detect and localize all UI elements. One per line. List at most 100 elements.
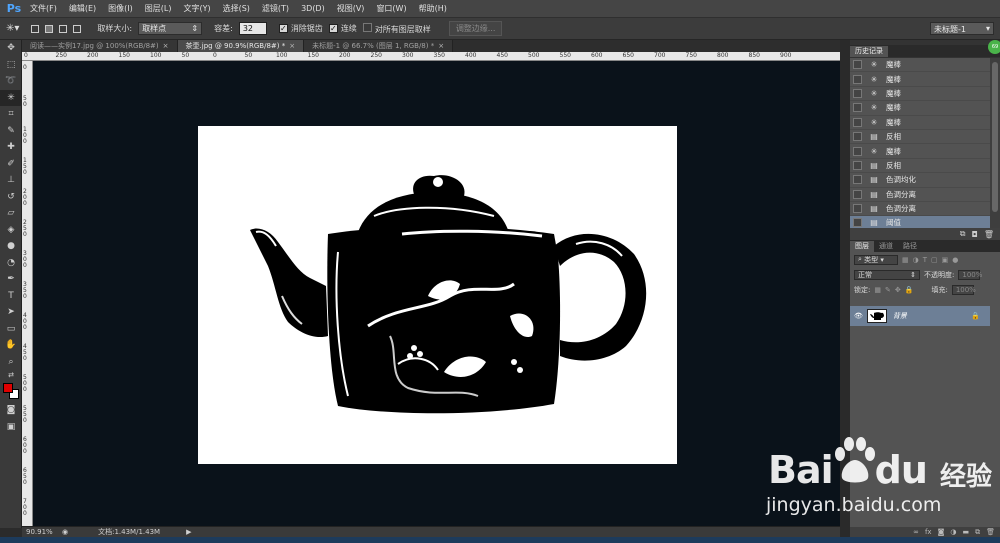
eyedropper-tool-icon[interactable]: ✎ bbox=[0, 123, 22, 140]
lock-pixels-icon[interactable]: ✎ bbox=[885, 286, 891, 294]
history-source-checkbox[interactable] bbox=[853, 88, 862, 98]
history-scrollbar-thumb[interactable] bbox=[992, 62, 998, 212]
history-source-checkbox[interactable] bbox=[853, 146, 862, 156]
history-item[interactable]: ▤ 色调分离 bbox=[850, 188, 990, 202]
sample-size-select[interactable]: 取样点 ⇕ bbox=[138, 22, 203, 35]
history-source-checkbox[interactable] bbox=[853, 74, 862, 84]
move-tool-icon[interactable]: ✥ bbox=[0, 40, 22, 57]
filter-smart-icon[interactable]: ▣ bbox=[942, 256, 949, 264]
lock-all-icon[interactable]: 🔒 bbox=[905, 286, 914, 294]
filter-toggle-icon[interactable]: ● bbox=[952, 256, 958, 264]
history-item[interactable]: ✳ 魔棒 bbox=[850, 87, 990, 102]
history-item[interactable]: ▤ 反相 bbox=[850, 130, 990, 145]
history-source-checkbox[interactable] bbox=[853, 60, 862, 70]
magic-wand-tool-icon[interactable]: ✳ bbox=[0, 89, 22, 106]
history-source-checkbox[interactable] bbox=[853, 132, 862, 142]
fill-input[interactable]: 100% bbox=[951, 284, 976, 295]
history-source-checkbox[interactable] bbox=[853, 204, 862, 214]
tab-document-3[interactable]: 未标题-1 @ 66.7% (图层 1, RGB/8) * × bbox=[304, 40, 454, 52]
close-icon[interactable]: × bbox=[438, 42, 444, 50]
history-source-checkbox[interactable] bbox=[853, 175, 862, 185]
filter-adjustment-icon[interactable]: ◑ bbox=[913, 256, 919, 264]
new-selection-icon[interactable] bbox=[31, 24, 40, 33]
antialias-checkbox[interactable]: ✓ 消除锯齿 bbox=[278, 23, 323, 34]
history-item[interactable]: ▤ 色调分离 bbox=[850, 202, 990, 217]
sample-all-layers-checkbox[interactable]: 对所有图层取样 bbox=[362, 22, 431, 35]
menu-window[interactable]: 窗口(W) bbox=[370, 3, 412, 14]
menu-layer[interactable]: 图层(L) bbox=[139, 3, 178, 14]
tab-document-1[interactable]: 阅读——实例17.jpg @ 100%(RGB/8#) × bbox=[22, 40, 178, 52]
menu-select[interactable]: 选择(S) bbox=[217, 3, 256, 14]
paint-bucket-icon[interactable]: ◈ bbox=[0, 222, 22, 239]
blend-mode-select[interactable]: 正常 ⇕ bbox=[854, 269, 920, 280]
close-icon[interactable]: × bbox=[289, 42, 295, 50]
menu-3d[interactable]: 3D(D) bbox=[295, 4, 331, 13]
healing-brush-icon[interactable]: ✚ bbox=[0, 139, 22, 156]
swap-colors-icon[interactable]: ⇄ bbox=[0, 370, 22, 380]
workspace-select[interactable]: 未标题-1 ▾ bbox=[930, 22, 994, 35]
contiguous-checkbox[interactable]: ✓ 连续 bbox=[328, 23, 357, 34]
hand-tool-icon[interactable]: ✋ bbox=[0, 337, 22, 354]
tab-document-2[interactable]: 茶壶.jpg @ 90.9%(RGB/8#) * × bbox=[177, 40, 305, 52]
history-source-checkbox[interactable] bbox=[853, 117, 862, 127]
brush-tool-icon[interactable]: ✐ bbox=[0, 156, 22, 173]
history-item[interactable]: ✳ 魔棒 bbox=[850, 58, 990, 73]
marquee-tool-icon[interactable]: ⬚ bbox=[0, 57, 22, 74]
trash-icon[interactable]: 🗑 bbox=[984, 230, 994, 239]
screen-mode-icon[interactable]: ▣ bbox=[0, 419, 22, 436]
menu-help[interactable]: 帮助(H) bbox=[413, 3, 453, 14]
eye-icon[interactable]: 👁 bbox=[854, 312, 863, 320]
tolerance-input[interactable]: 32 bbox=[238, 22, 267, 35]
close-icon[interactable]: × bbox=[163, 42, 169, 50]
menu-type[interactable]: 文字(Y) bbox=[177, 3, 216, 14]
lock-transparent-icon[interactable]: ▦ bbox=[874, 286, 881, 294]
history-item[interactable]: ✳ 魔棒 bbox=[850, 116, 990, 130]
add-selection-icon[interactable] bbox=[45, 24, 54, 33]
layer-row-background[interactable]: 👁 背景 🔒 bbox=[850, 306, 990, 326]
camera-icon[interactable]: ◘ bbox=[972, 230, 978, 239]
color-swatches[interactable] bbox=[0, 380, 22, 402]
pen-tool-icon[interactable]: ✒ bbox=[0, 271, 22, 288]
clone-stamp-icon[interactable]: ⊥ bbox=[0, 172, 22, 189]
history-source-checkbox[interactable] bbox=[853, 103, 862, 113]
tab-channels[interactable]: 通道 bbox=[874, 241, 898, 252]
foreground-color-swatch[interactable] bbox=[3, 383, 13, 393]
blur-tool-icon[interactable]: ● bbox=[0, 238, 22, 255]
menu-file[interactable]: 文件(F) bbox=[24, 3, 63, 14]
history-source-checkbox[interactable] bbox=[853, 160, 862, 170]
path-selection-icon[interactable]: ➤ bbox=[0, 304, 22, 321]
history-brush-icon[interactable]: ↺ bbox=[0, 189, 22, 206]
filter-type-icon[interactable]: T bbox=[923, 256, 927, 264]
filter-shape-icon[interactable]: ▢ bbox=[931, 256, 938, 264]
lock-position-icon[interactable]: ✥ bbox=[895, 286, 901, 294]
history-item[interactable]: ✳ 魔棒 bbox=[850, 101, 990, 116]
magic-wand-tool-preset-icon[interactable]: ✳▾ bbox=[6, 23, 19, 34]
quick-mask-icon[interactable]: ◙ bbox=[0, 402, 22, 419]
history-item[interactable]: ✳ 魔棒 bbox=[850, 72, 990, 87]
menu-view[interactable]: 视图(V) bbox=[331, 3, 371, 14]
filter-pixel-icon[interactable]: ▦ bbox=[902, 256, 909, 264]
lasso-tool-icon[interactable]: ➰ bbox=[0, 73, 22, 90]
refine-edge-button[interactable]: 调整边缘... bbox=[448, 21, 503, 36]
tab-history[interactable]: 历史记录 bbox=[850, 46, 888, 57]
menu-edit[interactable]: 编辑(E) bbox=[63, 3, 102, 14]
tab-paths[interactable]: 路径 bbox=[898, 241, 922, 252]
history-item[interactable]: ▤ 反相 bbox=[850, 159, 990, 174]
zoom-level[interactable]: 90.91% bbox=[26, 528, 60, 536]
crop-tool-icon[interactable]: ⌗ bbox=[0, 106, 22, 123]
dodge-tool-icon[interactable]: ◔ bbox=[0, 255, 22, 272]
status-menu-arrow-icon[interactable]: ▶ bbox=[186, 528, 191, 536]
history-item[interactable]: ✳ 魔棒 bbox=[850, 144, 990, 159]
layer-kind-select[interactable]: ⌕ 类型 ▾ bbox=[854, 254, 898, 265]
type-tool-icon[interactable]: T bbox=[0, 288, 22, 305]
snapshot-from-state-icon[interactable]: ⧉ bbox=[960, 229, 966, 239]
history-item[interactable]: ▤ 色调均化 bbox=[850, 173, 990, 188]
history-source-checkbox[interactable] bbox=[853, 218, 862, 228]
subtract-selection-icon[interactable] bbox=[59, 24, 68, 33]
canvas-area[interactable] bbox=[33, 61, 840, 526]
history-source-checkbox[interactable] bbox=[853, 189, 862, 199]
history-item[interactable]: ▤ 阈值 bbox=[850, 216, 990, 228]
menu-filter[interactable]: 滤镜(T) bbox=[256, 3, 295, 14]
zoom-tool-icon[interactable]: ⌕ bbox=[0, 354, 22, 371]
eraser-tool-icon[interactable]: ▱ bbox=[0, 205, 22, 222]
